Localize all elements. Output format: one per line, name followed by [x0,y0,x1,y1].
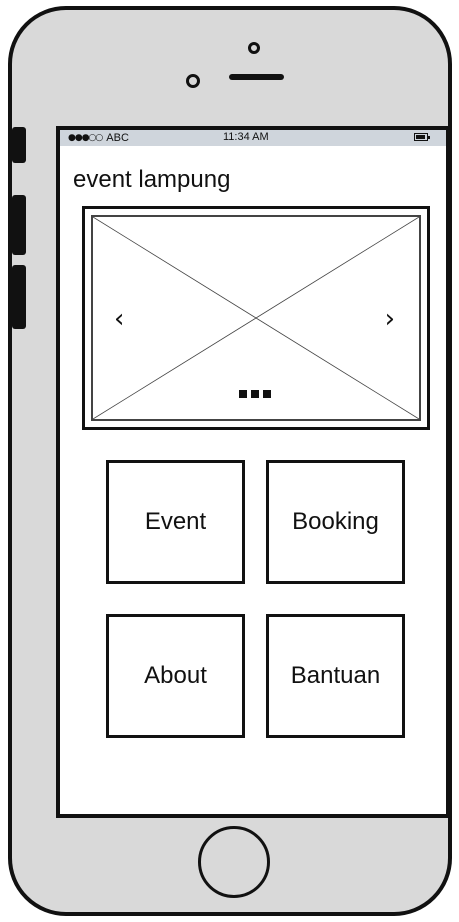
phone-frame: ●●●○○ ABC 11:34 AM event lampung ‹ › Eve… [8,6,452,916]
page-dot[interactable] [239,390,247,398]
image-carousel[interactable]: ‹ › [82,206,430,430]
camera-icon [186,74,200,88]
page-title: event lampung [73,166,231,193]
carousel-page-indicator[interactable] [239,390,271,398]
speaker-icon [229,74,284,80]
battery-icon [414,133,430,141]
chevron-right-icon[interactable]: › [385,304,395,334]
booking-button[interactable]: Booking [266,460,405,584]
page-dot[interactable] [251,390,259,398]
status-time: 11:34 AM [223,131,269,143]
bantuan-button[interactable]: Bantuan [266,614,405,738]
mute-switch [12,127,26,163]
status-bar: ●●●○○ ABC 11:34 AM [60,130,446,146]
volume-down-button [12,265,26,329]
sensor-icon [248,42,260,54]
chevron-left-icon[interactable]: ‹ [114,304,124,334]
signal-icon: ●●●○○ [68,133,103,143]
home-button[interactable] [198,826,270,898]
phone-screen: ●●●○○ ABC 11:34 AM event lampung ‹ › Eve… [56,126,450,818]
page-dot[interactable] [263,390,271,398]
carrier-label: ABC [106,132,129,144]
about-button[interactable]: About [106,614,245,738]
volume-up-button [12,195,26,255]
event-button[interactable]: Event [106,460,245,584]
image-placeholder-icon [93,217,419,419]
